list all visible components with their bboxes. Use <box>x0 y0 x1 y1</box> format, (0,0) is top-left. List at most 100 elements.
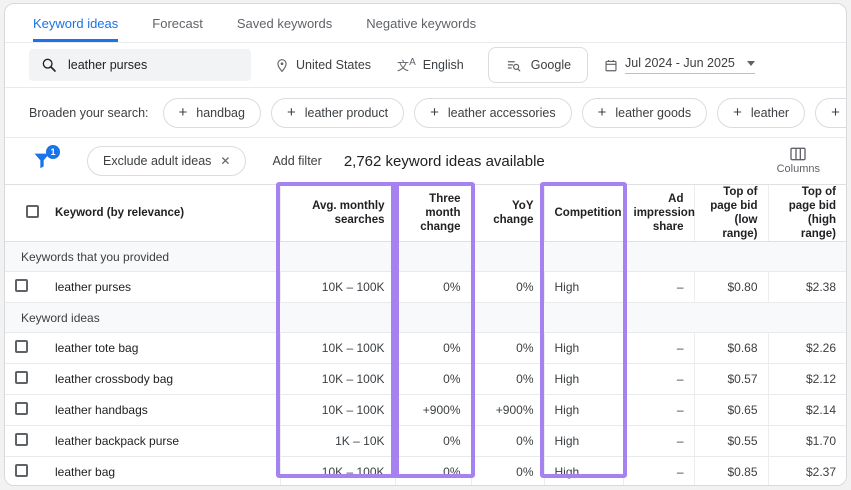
network-selector[interactable]: Google <box>487 47 589 83</box>
active-filter-chip[interactable]: Exclude adult ideas ✕ <box>87 146 247 176</box>
plus-icon: + <box>430 104 439 121</box>
remove-filter-icon[interactable]: ✕ <box>220 154 230 168</box>
language-label: English <box>422 58 464 72</box>
cell-avg-monthly-searches: 10K – 100K <box>279 363 395 395</box>
cell-ad-impression-share: – <box>622 425 694 457</box>
broaden-chip-bags[interactable]: +bags <box>815 97 846 128</box>
section-title: Keywords that you provided <box>5 241 846 272</box>
cell-competition: High <box>543 425 623 457</box>
plus-icon: + <box>733 104 742 121</box>
keyword-planner-panel: Keyword ideas Forecast Saved keywords Negat… <box>4 3 847 486</box>
column-header-avg-monthly-searches[interactable]: Avg. monthly searches <box>279 184 395 242</box>
cell-top-of-page-bid-low-range: $0.55 <box>693 425 768 457</box>
columns-button[interactable]: Columns <box>777 147 820 175</box>
add-filter-button[interactable]: Add filter <box>272 154 321 168</box>
row-checkbox[interactable] <box>15 340 28 353</box>
cell-top-of-page-bid-high-range: $2.26 <box>767 332 846 364</box>
plus-icon: + <box>831 104 840 121</box>
row-checkbox-cell <box>5 394 53 426</box>
cell-top-of-page-bid-high-range: $2.14 <box>767 394 846 426</box>
plus-icon: + <box>178 104 188 121</box>
tab-negative-keywords[interactable]: Negative keywords <box>366 4 476 42</box>
location-selector[interactable]: United States <box>275 58 371 73</box>
row-checkbox-cell <box>5 456 53 485</box>
column-header-top-of-page-bid-low-range[interactable]: Top of page bid (low range) <box>693 184 768 242</box>
chip-label: leather <box>750 105 790 120</box>
filter-bar: 1 Exclude adult ideas ✕ Add filter 2,762… <box>5 138 846 184</box>
search-icon <box>41 57 57 73</box>
table-header-row: Keyword (by relevance) Avg. monthly sear… <box>5 184 846 242</box>
cell-avg-monthly-searches: 1K – 10K <box>279 425 395 457</box>
tab-forecast[interactable]: Forecast <box>152 4 203 42</box>
row-checkbox[interactable] <box>15 371 28 384</box>
search-network-icon <box>505 58 522 73</box>
keyword-row-leather-crossbody-bag: leather crossbody bag 10K – 100K 0% 0% High –… <box>5 363 846 395</box>
cell-avg-monthly-searches: 10K – 100K <box>279 332 395 364</box>
column-header-competition[interactable]: Competition <box>543 184 623 242</box>
section-title: Keyword ideas <box>5 302 846 333</box>
keyword-row-leather-purses: leather purses 10K – 100K 0% 0% High – $0.80 $2… <box>5 271 846 303</box>
cell-ad-impression-share: – <box>622 271 694 303</box>
row-checkbox-cell <box>5 271 53 303</box>
tab-bar: Keyword ideas Forecast Saved keywords Negat… <box>5 4 846 43</box>
cell-yoy-change: 0% <box>470 425 544 457</box>
date-range-selector[interactable]: Jul 2024 - Jun 2025 <box>604 56 755 74</box>
broaden-search-row: Broaden your search: + handbag + leather pr… <box>5 88 846 138</box>
keyword-row-leather-backpack-purse: leather backpack purse 1K – 10K 0% 0% High – $… <box>5 425 846 457</box>
cell-competition: High <box>543 332 623 364</box>
cell-yoy-change: +900% <box>470 394 544 426</box>
cell-top-of-page-bid-low-range: $0.85 <box>693 456 768 485</box>
cell-ad-impression-share: – <box>622 332 694 364</box>
cell-yoy-change: 0% <box>470 363 544 395</box>
cell-keyword: leather purses <box>53 271 280 303</box>
broaden-chips: + handbag + leather product + leather accesso… <box>162 97 846 128</box>
broaden-chip-leather-product[interactable]: + leather product <box>270 97 405 128</box>
column-header-ad-impression-share[interactable]: Ad impression share <box>622 184 695 242</box>
cell-keyword: leather handbags <box>53 394 280 426</box>
broaden-chip-leather-accessories[interactable]: + leather accessories <box>414 97 572 128</box>
select-all-cell <box>5 184 53 242</box>
filter-funnel-button[interactable]: 1 <box>31 145 60 173</box>
keyword-search-box[interactable] <box>29 49 251 81</box>
tab-keyword-ideas[interactable]: Keyword ideas <box>33 4 119 42</box>
chevron-down-icon <box>746 60 755 66</box>
chip-label: leather goods <box>615 105 692 120</box>
cell-yoy-change: 0% <box>470 332 544 364</box>
cell-top-of-page-bid-low-range: $0.57 <box>693 363 768 395</box>
cell-top-of-page-bid-high-range: $2.38 <box>767 271 846 303</box>
column-header-keyword[interactable]: Keyword (by relevance) <box>53 184 280 242</box>
broaden-chip-leather[interactable]: + leather <box>717 97 806 128</box>
broaden-chip-handbag[interactable]: + handbag <box>162 97 261 128</box>
column-header-three-month-change[interactable]: Three month change <box>394 184 471 242</box>
language-selector[interactable]: 文A English <box>397 57 464 74</box>
date-range-label: Jul 2024 - Jun 2025 <box>625 56 735 70</box>
location-pin-icon <box>275 58 289 73</box>
keyword-table: Keyword (by relevance) Avg. monthly sear… <box>5 182 846 485</box>
search-input[interactable] <box>68 58 228 72</box>
cell-avg-monthly-searches: 10K – 100K <box>279 394 395 426</box>
chip-label: handbag <box>196 105 245 120</box>
cell-ad-impression-share: – <box>622 363 694 395</box>
column-header-top-of-page-bid-high-range[interactable]: Top of page bid (high range) <box>767 184 846 242</box>
cell-avg-monthly-searches: 10K – 100K <box>279 271 395 303</box>
active-filter-label: Exclude adult ideas <box>103 154 212 168</box>
cell-three-month-change: 0% <box>394 363 471 395</box>
row-checkbox[interactable] <box>15 279 28 292</box>
cell-avg-monthly-searches: 10K – 100K <box>279 456 395 485</box>
location-label: United States <box>296 58 372 72</box>
select-all-checkbox[interactable] <box>26 204 39 218</box>
cell-competition: High <box>543 456 623 485</box>
cell-ad-impression-share: – <box>622 394 694 426</box>
row-checkbox[interactable] <box>15 433 28 446</box>
cell-three-month-change: 0% <box>394 271 471 303</box>
cell-three-month-change: 0% <box>394 456 471 485</box>
tab-saved-keywords[interactable]: Saved keywords <box>237 4 332 42</box>
row-checkbox-cell <box>5 332 53 364</box>
cell-competition: High <box>543 363 623 395</box>
broaden-chip-leather-goods[interactable]: + leather goods <box>581 97 708 128</box>
columns-icon <box>790 147 806 161</box>
row-checkbox[interactable] <box>15 464 28 477</box>
column-header-yoy-change[interactable]: YoY change <box>470 184 544 242</box>
chip-label: leather product <box>304 105 389 120</box>
row-checkbox[interactable] <box>15 402 28 415</box>
